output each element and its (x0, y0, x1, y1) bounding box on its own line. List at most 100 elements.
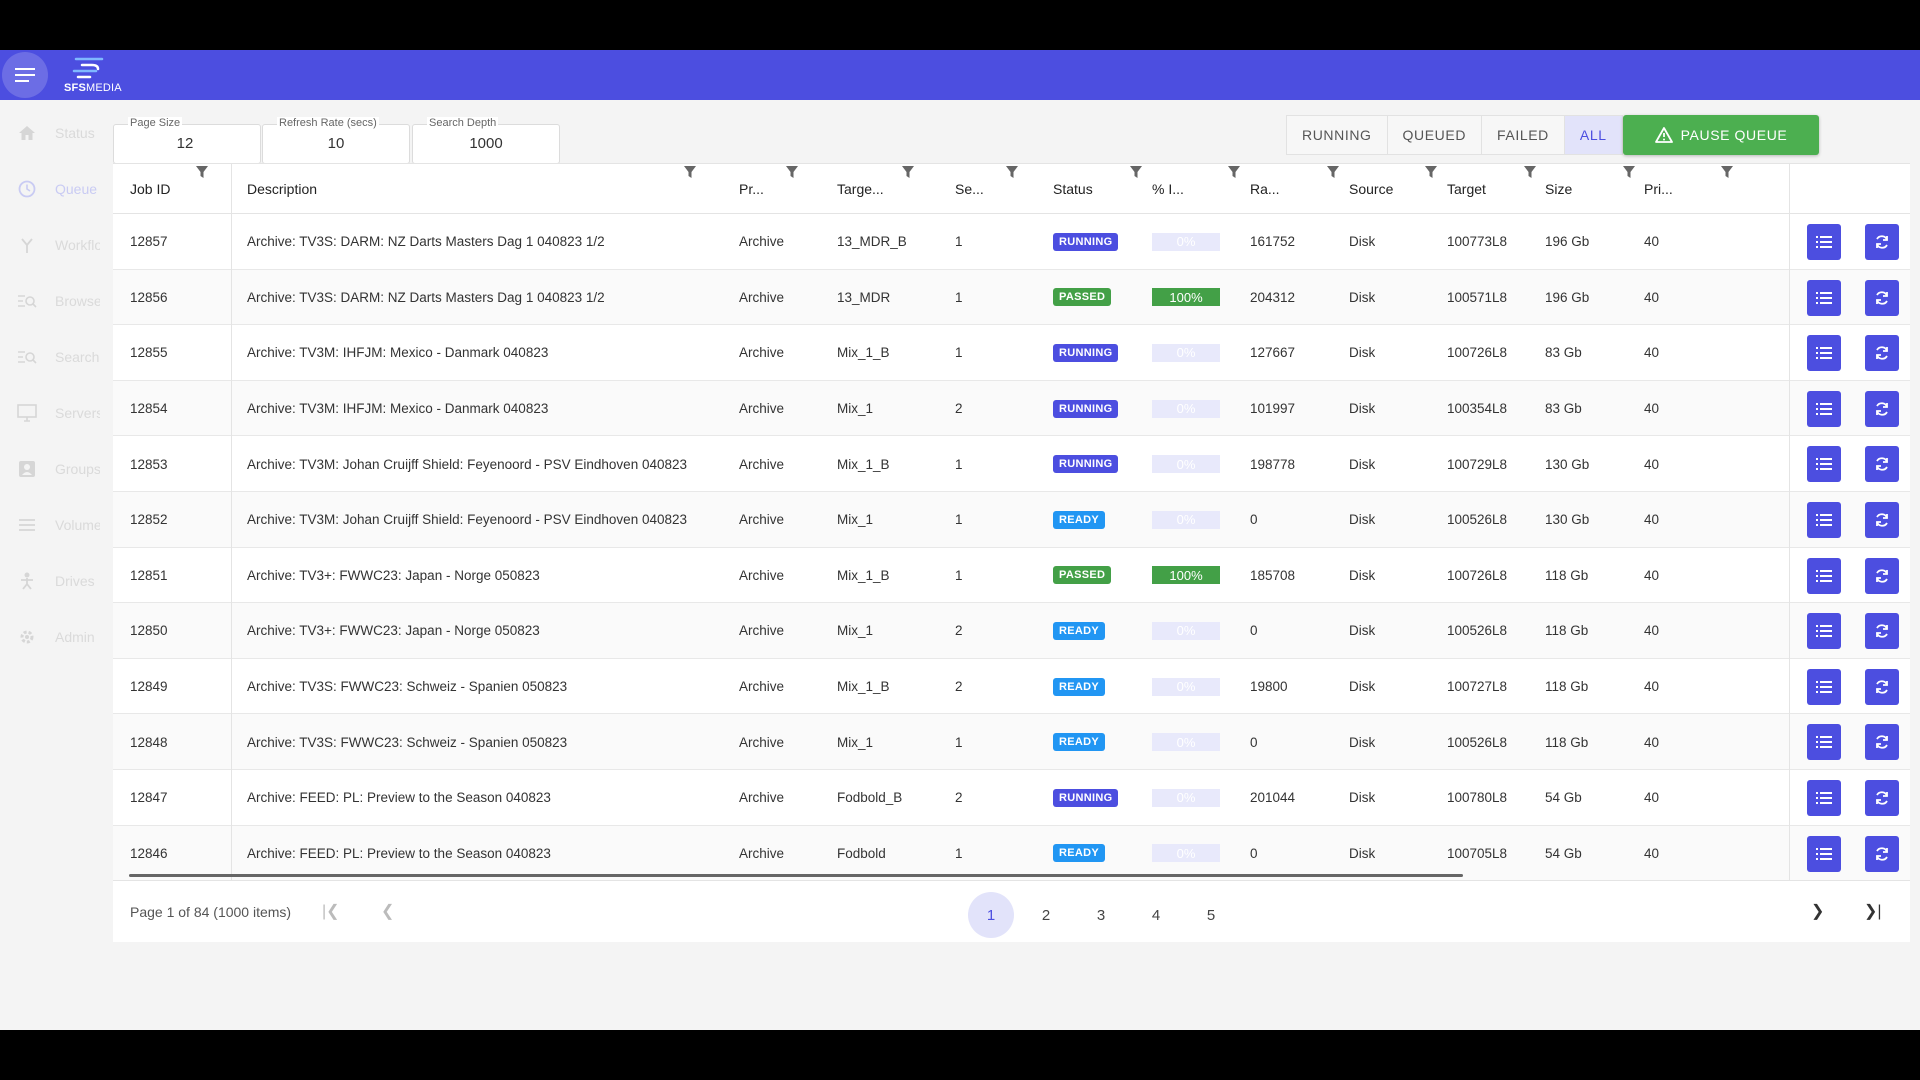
filter-icon[interactable] (1622, 164, 1636, 185)
view-log-button[interactable] (1807, 835, 1841, 872)
view-log-button[interactable] (1807, 390, 1841, 427)
table-row[interactable]: 12855 Archive: TV3M: IHFJM: Mexico - Danm… (113, 325, 1910, 381)
first-page-icon[interactable]: |❮ (322, 901, 340, 921)
filter-icon[interactable] (1005, 164, 1019, 185)
view-log-button[interactable] (1807, 279, 1841, 316)
filter-icon[interactable] (1227, 164, 1241, 185)
page-button-2[interactable]: 2 (1023, 892, 1069, 938)
column-header-size[interactable]: Size (1545, 164, 1572, 214)
filter-icon[interactable] (1523, 164, 1537, 185)
restart-job-button[interactable] (1865, 501, 1899, 538)
sidebar-item-status[interactable]: Status (0, 113, 100, 153)
restart-job-button[interactable] (1865, 779, 1899, 816)
view-log-button[interactable] (1807, 613, 1841, 650)
view-log-button[interactable] (1807, 557, 1841, 594)
column-header-status[interactable]: Status (1053, 164, 1093, 214)
column-header-rate[interactable]: Ra... (1250, 164, 1280, 214)
restart-job-button[interactable] (1865, 724, 1899, 761)
filter-icon[interactable] (195, 164, 209, 185)
cell-description: Archive: TV3+: FWWC23: Japan - Norge 050… (247, 623, 540, 639)
sidebar-item-groups[interactable]: Groups (0, 449, 100, 489)
sidebar-item-browse[interactable]: Browse (0, 281, 100, 321)
view-log-button[interactable] (1807, 446, 1841, 483)
view-log-button[interactable] (1807, 335, 1841, 372)
filter-queued-button[interactable]: QUEUED (1388, 116, 1483, 154)
table-row[interactable]: 12853 Archive: TV3M: Johan Cruijff Shield… (113, 436, 1910, 492)
table-row[interactable]: 12851 Archive: TV3+: FWWC23: Japan - Norg… (113, 548, 1910, 604)
sidebar-item-workflows[interactable]: Workflows (0, 225, 100, 265)
restart-job-button[interactable] (1865, 835, 1899, 872)
page-button-3[interactable]: 3 (1078, 892, 1124, 938)
column-header-target[interactable]: Target (1447, 164, 1486, 214)
filter-icon[interactable] (785, 164, 799, 185)
restart-job-button[interactable] (1865, 390, 1899, 427)
page-button-1[interactable]: 1 (968, 892, 1014, 938)
restart-job-button[interactable] (1865, 279, 1899, 316)
restart-job-button[interactable] (1865, 557, 1899, 594)
cell-target-group: Mix_1_B (837, 679, 890, 695)
restart-job-button[interactable] (1865, 613, 1899, 650)
column-header-percent[interactable]: % I... (1152, 164, 1184, 214)
page-size-value: 12 (176, 135, 194, 152)
cell-rate: 0 (1250, 734, 1258, 750)
search-depth-field[interactable]: Search Depth 1000 (412, 117, 560, 164)
filter-icon[interactable] (683, 164, 697, 185)
previous-page-icon[interactable]: ❮ (381, 901, 394, 921)
restart-job-button[interactable] (1865, 224, 1899, 260)
column-header-sequence[interactable]: Se... (955, 164, 984, 214)
horizontal-scrollbar[interactable] (129, 874, 1463, 877)
filter-icon[interactable] (901, 164, 915, 185)
sidebar-item-label: Status (55, 125, 95, 141)
filter-running-button[interactable]: RUNNING (1287, 116, 1388, 154)
column-header-process[interactable]: Pr... (739, 164, 764, 214)
sidebar-item-search[interactable]: Search (0, 337, 100, 377)
next-page-icon[interactable]: ❯ (1811, 901, 1824, 921)
refresh-rate-field[interactable]: Refresh Rate (secs) 10 (262, 117, 410, 164)
filter-icon[interactable] (1129, 164, 1143, 185)
filter-icon[interactable] (1326, 164, 1340, 185)
table-row[interactable]: 12847 Archive: FEED: PL: Preview to the S… (113, 770, 1910, 826)
table-row[interactable]: 12850 Archive: TV3+: FWWC23: Japan - Norg… (113, 603, 1910, 659)
sidebar-item-volumes[interactable]: Volumes (0, 505, 100, 545)
restart-job-button[interactable] (1865, 446, 1899, 483)
sidebar-item-queue[interactable]: Queue (0, 169, 100, 209)
table-row[interactable]: 12849 Archive: TV3S: FWWC23: Schweiz - Sp… (113, 659, 1910, 715)
table-row[interactable]: 12852 Archive: TV3M: Johan Cruijff Shield… (113, 491, 1910, 548)
last-page-icon[interactable]: ❯| (1864, 901, 1882, 921)
table-row[interactable]: 12848 Archive: TV3S: FWWC23: Schweiz - Sp… (113, 714, 1910, 770)
filter-failed-button[interactable]: FAILED (1482, 116, 1565, 154)
column-header-target-group[interactable]: Targe... (837, 164, 884, 214)
list-icon (1816, 736, 1832, 749)
view-log-button[interactable] (1807, 224, 1841, 260)
menu-toggle-button[interactable] (2, 52, 48, 98)
cell-rate: 0 (1250, 623, 1258, 639)
sidebar-item-servers[interactable]: Servers (0, 393, 100, 433)
filter-icon[interactable] (1720, 164, 1734, 185)
sidebar-item-drives[interactable]: Drives (0, 561, 100, 601)
status-badge: READY (1053, 733, 1106, 752)
view-log-button[interactable] (1807, 724, 1841, 761)
table-row[interactable]: 12856 Archive: TV3S: DARM: NZ Darts Maste… (113, 269, 1910, 326)
cell-rate: 204312 (1250, 289, 1296, 305)
table-row[interactable]: 12846 Archive: FEED: PL: Preview to the S… (113, 825, 1910, 882)
page-size-field[interactable]: Page Size 12 (113, 117, 261, 164)
restart-job-button[interactable] (1865, 668, 1899, 705)
filter-all-button[interactable]: ALL (1564, 116, 1622, 154)
cell-target: 100705L8 (1447, 845, 1508, 861)
cell-job-id: 12850 (130, 623, 168, 639)
view-log-button[interactable] (1807, 501, 1841, 538)
restart-job-button[interactable] (1865, 335, 1899, 372)
pause-queue-button[interactable]: PAUSE QUEUE (1623, 115, 1819, 155)
column-header-description[interactable]: Description (247, 164, 317, 214)
column-header-source[interactable]: Source (1349, 164, 1393, 214)
page-button-5[interactable]: 5 (1188, 892, 1234, 938)
column-header-priority[interactable]: Pri... (1644, 164, 1673, 214)
view-log-button[interactable] (1807, 668, 1841, 705)
column-header-job-id[interactable]: Job ID (130, 164, 170, 214)
table-row[interactable]: 12857 Archive: TV3S: DARM: NZ Darts Maste… (113, 214, 1910, 270)
sidebar-item-admin[interactable]: Admin (0, 617, 100, 657)
filter-icon[interactable] (1424, 164, 1438, 185)
page-button-4[interactable]: 4 (1133, 892, 1179, 938)
view-log-button[interactable] (1807, 779, 1841, 816)
table-row[interactable]: 12854 Archive: TV3M: IHFJM: Mexico - Danm… (113, 380, 1910, 437)
